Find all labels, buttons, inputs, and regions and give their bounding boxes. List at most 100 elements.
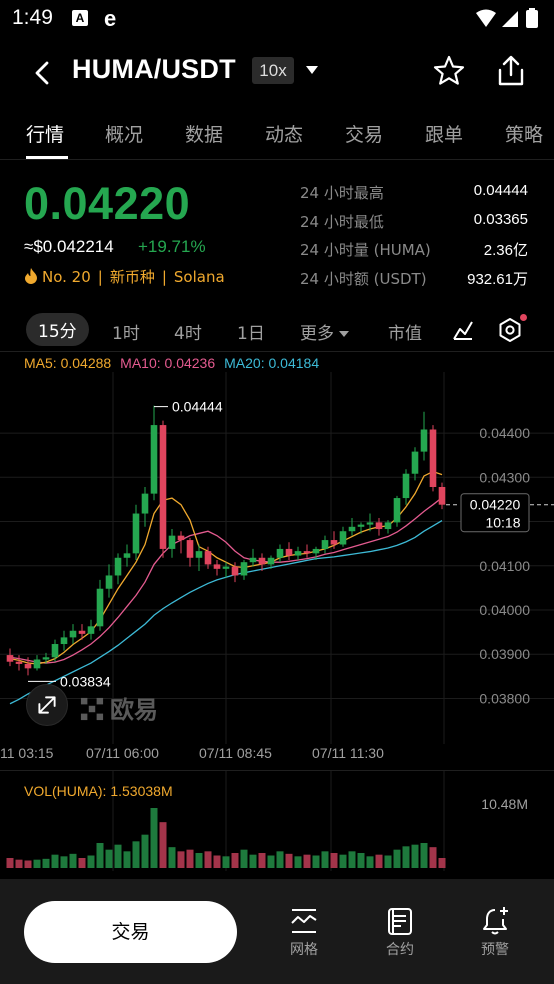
volume-bar xyxy=(348,851,356,868)
volume-legend: VOL(HUMA): 1.53038M xyxy=(24,783,173,799)
trade-button[interactable]: 交易 xyxy=(24,901,237,963)
star-icon[interactable] xyxy=(432,54,466,88)
stat-label: 24 小时最高 xyxy=(300,184,384,202)
watermark-text: 欧易 xyxy=(110,696,158,724)
candle-body xyxy=(15,661,23,664)
volume-bar xyxy=(222,856,230,868)
candle-body xyxy=(6,655,14,662)
volume-bar xyxy=(285,853,293,868)
stat-label: 24 小时额 (USDT) xyxy=(300,269,427,288)
token-meta: No. 20 | 新币种 | Solana xyxy=(24,266,225,287)
volume-bar xyxy=(249,854,257,868)
candle-body xyxy=(384,522,392,530)
volume-bar xyxy=(33,859,41,868)
volume-bar xyxy=(357,853,365,868)
app-notification-icon: A xyxy=(72,10,88,26)
tab-market[interactable]: 行情 xyxy=(26,120,64,147)
candle-body xyxy=(312,548,320,554)
nav-alert[interactable]: 预警 xyxy=(465,905,525,959)
pair-title[interactable]: HUMA/USDT xyxy=(72,54,236,85)
volume-bar xyxy=(87,855,95,868)
tab-copy-trading[interactable]: 跟单 xyxy=(425,120,463,147)
nav-grid[interactable]: 网格 xyxy=(274,905,334,959)
section-tabs: 行情 概况 数据 动态 交易 跟单 策略 xyxy=(0,112,554,160)
volume-bar xyxy=(78,858,86,868)
volume-bar xyxy=(294,856,302,868)
volume-bar xyxy=(375,854,383,868)
expand-button[interactable] xyxy=(26,684,68,726)
chain-tag[interactable]: Solana xyxy=(174,268,225,286)
candle-body xyxy=(411,451,419,474)
nav-contract[interactable]: 合约 xyxy=(370,905,430,959)
tab-news[interactable]: 动态 xyxy=(265,120,303,147)
volume-bar xyxy=(186,849,194,868)
candle-body xyxy=(150,425,158,494)
price-axis-label: 0.03900 xyxy=(479,646,530,662)
usd-price: ≈$0.042214 xyxy=(24,237,114,256)
volume-bar xyxy=(393,849,401,868)
rank-badge[interactable]: No. 20 xyxy=(42,268,91,286)
stat-row-low: 24 小时最低 0.03365 xyxy=(300,211,530,240)
bell-plus-icon xyxy=(483,907,508,935)
candle-body xyxy=(375,522,383,530)
volume-bar xyxy=(429,847,437,868)
candle-body xyxy=(204,551,212,565)
interval-more[interactable]: 更多 xyxy=(300,319,350,344)
volume-bar xyxy=(231,853,239,868)
volume-bar xyxy=(24,860,32,868)
tab-overview[interactable]: 概况 xyxy=(105,120,143,147)
new-token-tag[interactable]: 新币种 xyxy=(110,266,155,287)
settings-icon[interactable] xyxy=(497,317,523,343)
candle-body xyxy=(402,473,410,499)
interval-15m[interactable]: 15分 xyxy=(26,313,89,346)
candle-body xyxy=(267,557,275,565)
volume-bar xyxy=(114,844,122,868)
candle-body xyxy=(357,524,365,527)
candle-body xyxy=(42,657,50,660)
market-cap-toggle[interactable]: 市值 xyxy=(388,319,422,344)
high-marker-label: 0.04444 xyxy=(172,399,223,415)
candle-body xyxy=(213,564,221,569)
candle-body xyxy=(438,487,446,505)
volume-bar xyxy=(195,853,203,868)
nav-contract-label: 合约 xyxy=(386,942,414,958)
separator: | xyxy=(97,268,103,286)
candle-body xyxy=(303,551,311,554)
grid-strategy-icon xyxy=(291,909,317,933)
candle-body xyxy=(276,548,284,558)
volume-bar xyxy=(60,856,68,868)
candle-body xyxy=(258,557,266,565)
price-markers: 0.04220 10:18 0.04444 0.03834 xyxy=(28,399,554,689)
volume-bar xyxy=(15,859,23,868)
ma-legend: MA5: 0.04288 MA10: 0.04236 MA20: 0.04184 xyxy=(24,355,328,371)
candle-body xyxy=(285,548,293,556)
active-tab-indicator xyxy=(26,156,68,159)
time-label: 07/11 06:00 xyxy=(86,745,159,761)
stat-row-volume: 24 小时量 (HUMA) 2.36亿 xyxy=(300,239,530,268)
share-icon[interactable] xyxy=(494,54,528,88)
bottom-bar: 交易 网格 合约 预警 xyxy=(0,879,554,984)
tab-strategy[interactable]: 策略 xyxy=(505,120,543,147)
candle-body xyxy=(393,498,401,523)
interval-4h[interactable]: 4时 xyxy=(174,319,202,344)
fire-icon xyxy=(25,268,37,284)
caret-down-icon[interactable] xyxy=(305,64,319,76)
candle-body xyxy=(294,551,302,556)
last-price: 0.04220 xyxy=(24,178,191,229)
leverage-badge[interactable]: 10x xyxy=(252,57,294,84)
time-label: 07/11 08:45 xyxy=(199,745,272,761)
interval-1d[interactable]: 1日 xyxy=(237,319,265,344)
back-arrow-icon[interactable] xyxy=(28,58,58,88)
wifi-signal-battery-icon xyxy=(476,8,538,28)
stat-value: 2.36亿 xyxy=(483,242,528,259)
tab-trades[interactable]: 交易 xyxy=(345,120,383,147)
time-axis: 11 03:15 07/11 06:00 07/11 08:45 07/11 1… xyxy=(0,745,554,765)
indicator-icon[interactable] xyxy=(451,318,475,342)
price-axis-label: 0.04400 xyxy=(479,425,530,441)
candle-body xyxy=(177,535,185,541)
candle-body xyxy=(420,429,428,452)
tab-data[interactable]: 数据 xyxy=(185,120,223,147)
price-axis-label: 0.04100 xyxy=(479,558,530,574)
interval-1h[interactable]: 1时 xyxy=(112,319,140,344)
candle-body xyxy=(159,425,167,549)
